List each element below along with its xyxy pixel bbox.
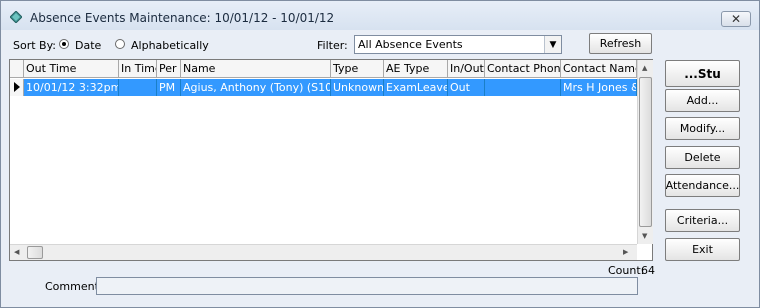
column-header-ae-type[interactable]: AE Type [384, 60, 448, 78]
modify-button[interactable]: Modify... [665, 117, 740, 140]
cell-in-time[interactable] [119, 79, 157, 96]
count-label: Count: [608, 264, 645, 277]
cell-out-time[interactable]: 10/01/12 3:32pm [24, 79, 119, 96]
column-header-in-out[interactable]: In/Out [448, 60, 485, 78]
cell-contact-name[interactable]: Mrs H Jones & ( [561, 79, 637, 96]
column-header-type[interactable]: Type [331, 60, 384, 78]
events-grid: Out Time In Time Per Name Type AE Type I… [9, 59, 653, 261]
vertical-scroll-thumb[interactable] [639, 77, 652, 227]
current-row-arrow-icon [14, 82, 20, 92]
comment-field[interactable] [96, 277, 638, 295]
column-header-in-time[interactable]: In Time [119, 60, 157, 78]
filter-value: All Absence Events [358, 38, 463, 51]
filter-label: Filter: [317, 39, 348, 52]
chevron-down-icon[interactable]: ▼ [544, 36, 561, 53]
cell-type[interactable]: Unknown [331, 79, 384, 96]
window-title: Absence Events Maintenance: 10/01/12 - 1… [30, 11, 335, 25]
cell-per[interactable]: PM [157, 79, 181, 96]
attendance-button[interactable]: Attendance... [665, 174, 740, 197]
column-header-name[interactable]: Name [181, 60, 331, 78]
row-header-corner [10, 60, 24, 78]
sort-alphabetically-label[interactable]: Alphabetically [131, 39, 209, 52]
row-indicator[interactable] [10, 79, 24, 96]
sort-date-label[interactable]: Date [75, 39, 101, 52]
sort-by-label: Sort By: [13, 39, 57, 52]
scroll-up-icon[interactable]: ▲ [642, 64, 647, 72]
absence-events-window: Absence Events Maintenance: 10/01/12 - 1… [0, 0, 760, 308]
cell-ae-type[interactable]: ExamLeave [384, 79, 448, 96]
sort-alphabetically-radio[interactable] [115, 39, 125, 49]
horizontal-scrollbar[interactable]: ◀ ▶ [10, 244, 637, 260]
student-lookup-button[interactable]: ...Stu [665, 60, 740, 87]
column-header-contact-name[interactable]: Contact Name [561, 60, 637, 78]
title-bar: Absence Events Maintenance: 10/01/12 - 1… [1, 1, 759, 30]
vertical-scrollbar[interactable]: ▲ ▼ [637, 60, 653, 244]
refresh-button[interactable]: Refresh [589, 33, 652, 54]
cell-contact-phone[interactable] [485, 79, 561, 96]
sort-date-radio[interactable] [59, 39, 69, 49]
count-value: 64 [641, 264, 655, 277]
cell-in-out[interactable]: Out [448, 79, 485, 96]
add-button[interactable]: Add... [665, 89, 740, 112]
close-button[interactable]: ✕ [721, 11, 751, 27]
app-diamond-icon [10, 11, 22, 23]
cell-name[interactable]: Agius, Anthony (Tony) (S10, ) [181, 79, 331, 96]
horizontal-scroll-thumb[interactable] [27, 246, 43, 259]
column-header-per[interactable]: Per [157, 60, 181, 78]
column-header-out-time[interactable]: Out Time [24, 60, 119, 78]
scroll-down-icon[interactable]: ▼ [642, 232, 647, 240]
close-icon: ✕ [730, 12, 742, 26]
criteria-button[interactable]: Criteria... [665, 209, 740, 232]
column-header-contact-phone[interactable]: Contact Phone [485, 60, 561, 78]
filter-select[interactable]: All Absence Events ▼ [354, 35, 562, 54]
scroll-right-icon[interactable]: ▶ [623, 248, 628, 256]
delete-button[interactable]: Delete [665, 146, 740, 169]
scroll-left-icon[interactable]: ◀ [14, 248, 19, 256]
comment-label: Comment: [45, 280, 103, 293]
exit-button[interactable]: Exit [665, 238, 740, 261]
